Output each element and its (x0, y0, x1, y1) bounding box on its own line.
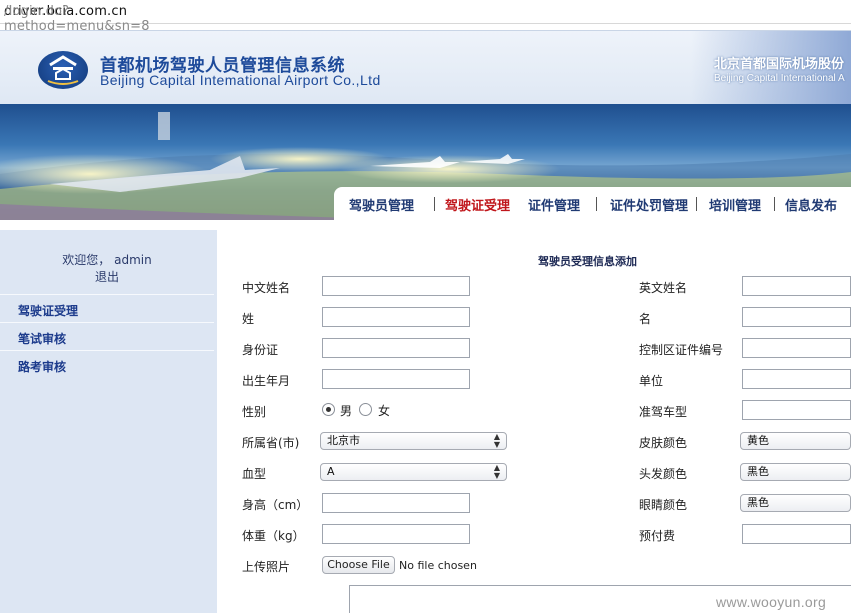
label-id-card: 身份证 (242, 343, 279, 357)
tab-training-management[interactable]: 培训管理 (709, 195, 761, 214)
chinese-name-input[interactable] (322, 276, 470, 296)
label-unit: 单位 (639, 374, 664, 388)
label-given-name: 名 (639, 312, 652, 326)
unit-input[interactable] (742, 369, 851, 389)
birth-input[interactable] (322, 369, 470, 389)
blood-select[interactable]: A ▲ ▼ (320, 463, 507, 481)
label-hair-color: 头发颜色 (639, 467, 688, 481)
label-photo: 上传照片 (242, 560, 291, 574)
label-vehicle-type: 准驾车型 (639, 405, 688, 419)
eye-color-select[interactable]: 黑色 (740, 494, 851, 512)
gender-male-label: 男 (340, 404, 353, 418)
tab-info-publish[interactable]: 信息发布 (785, 195, 837, 214)
province-select-value: 北京市 (327, 434, 360, 447)
tab-license-acceptance[interactable]: 驾驶证受理 (445, 195, 510, 214)
label-weight: 体重（kg） (242, 529, 305, 543)
vehicle-type-input[interactable] (742, 400, 851, 420)
tab-driver-management[interactable]: 驾驶员管理 (349, 195, 414, 214)
select-arrows-icon: ▲ ▼ (493, 463, 500, 480)
choose-file-button[interactable]: Choose File (322, 556, 395, 574)
site-header: 首都机场驾驶人员管理信息系统 Beijing Capital Intematio… (0, 30, 851, 105)
company-name-en: Beijing Capital International A (714, 73, 845, 84)
province-select[interactable]: 北京市 ▲ ▼ (320, 432, 507, 450)
skin-color-value: 黄色 (747, 434, 769, 447)
main-nav: 驾驶员管理 驾驶证受理 证件管理 证件处罚管理 培训管理 信息发布 (334, 187, 851, 220)
select-arrows-icon: ▲ ▼ (493, 432, 500, 449)
airport-logo-icon (38, 51, 88, 89)
eye-color-value: 黑色 (747, 496, 769, 509)
label-surname: 姓 (242, 312, 255, 326)
id-card-input[interactable] (322, 338, 470, 358)
label-prepaid-fee: 预付费 (639, 529, 676, 543)
nav-separator (596, 197, 597, 211)
skin-color-select[interactable]: 黄色 (740, 432, 851, 450)
watermark: www.wooyun.org (716, 594, 827, 610)
nav-separator (696, 197, 697, 211)
hair-color-value: 黑色 (747, 465, 769, 478)
logout-link[interactable]: 退出 (0, 268, 214, 285)
label-control-id: 控制区证件编号 (639, 343, 724, 357)
label-province: 所属省(市) (242, 436, 300, 450)
control-id-input[interactable] (742, 338, 851, 358)
prepaid-fee-input[interactable] (742, 524, 851, 544)
label-skin-color: 皮肤颜色 (639, 436, 688, 450)
label-birth: 出生年月 (242, 374, 291, 388)
label-eye-color: 眼睛颜色 (639, 498, 688, 512)
form-title: 驾驶员受理信息添加 (538, 255, 637, 268)
sidebar-item-written-test-review[interactable]: 笔试审核 (18, 330, 66, 347)
gender-female-label: 女 (378, 404, 391, 418)
sidebar: 欢迎您， admin 退出 驾驶证受理 笔试审核 路考审核 (0, 220, 217, 613)
nav-separator (774, 197, 775, 211)
surname-input[interactable] (322, 307, 470, 327)
nav-separator (434, 197, 435, 211)
label-gender: 性别 (242, 405, 267, 419)
sidebar-item-road-test-review[interactable]: 路考审核 (18, 358, 66, 375)
hair-color-select[interactable]: 黑色 (740, 463, 851, 481)
tab-certificate-management[interactable]: 证件管理 (528, 195, 580, 214)
tab-certificate-penalty[interactable]: 证件处罚管理 (610, 195, 688, 214)
label-blood: 血型 (242, 467, 267, 481)
gender-male-radio[interactable] (322, 403, 335, 416)
sidebar-divider (0, 350, 214, 351)
given-name-input[interactable] (742, 307, 851, 327)
height-input[interactable] (322, 493, 470, 513)
sidebar-divider (0, 294, 214, 295)
blood-select-value: A (327, 465, 335, 478)
label-english-name: 英文姓名 (639, 281, 688, 295)
gender-female-radio[interactable] (359, 403, 372, 416)
weight-input[interactable] (322, 524, 470, 544)
file-status: No file chosen (399, 559, 477, 572)
label-height: 身高（cm） (242, 498, 309, 512)
label-chinese-name: 中文姓名 (242, 281, 291, 295)
english-name-input[interactable] (742, 276, 851, 296)
sidebar-item-license-acceptance[interactable]: 驾驶证受理 (18, 302, 78, 319)
company-name-cn: 北京首都国际机场股份 (714, 57, 845, 72)
sidebar-panel (0, 230, 217, 613)
system-title-en: Beijing Capital Intemational Airport Co.… (100, 72, 381, 88)
sidebar-divider (0, 322, 214, 323)
welcome-text: 欢迎您， admin (62, 253, 152, 267)
address-bar[interactable]: driver.bcia.com.cn/login.do?method=menu&… (0, 0, 851, 34)
